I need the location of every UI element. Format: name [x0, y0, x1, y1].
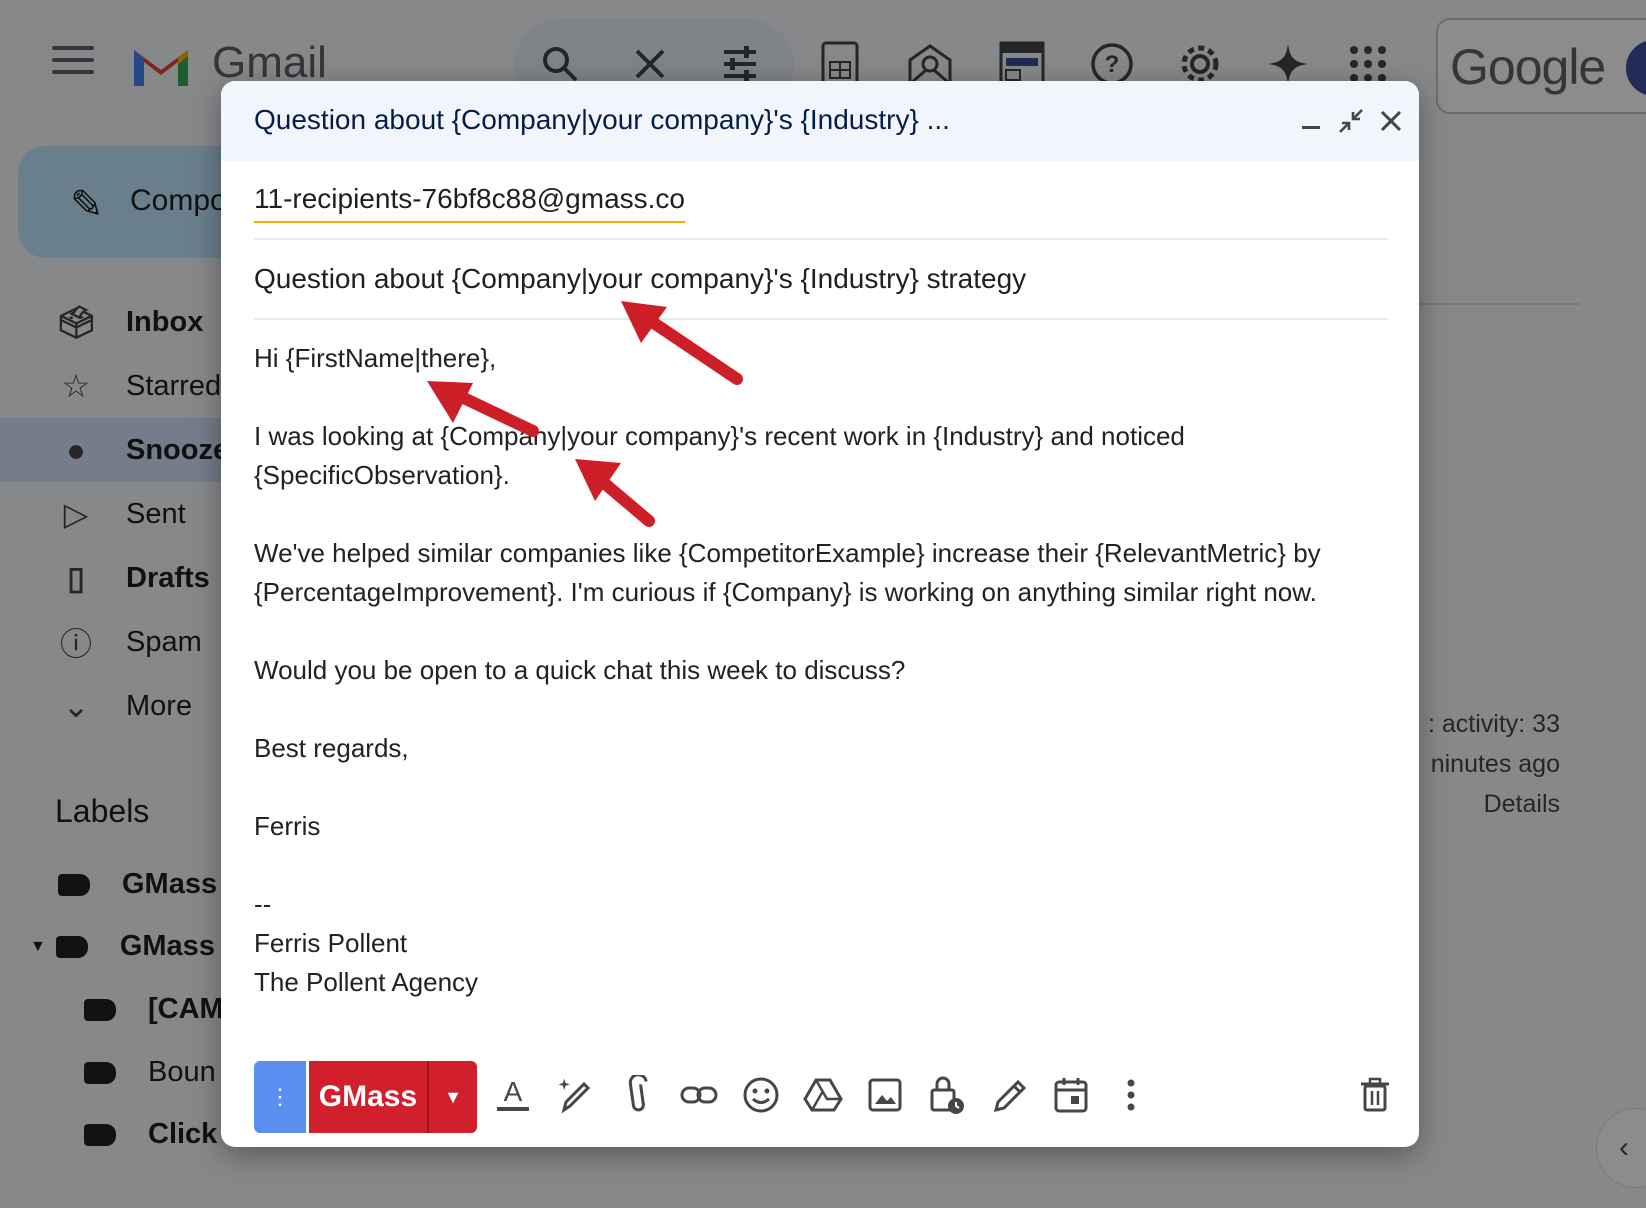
gmass-send-button[interactable]: GMass: [309, 1061, 427, 1133]
ai-write-icon[interactable]: [551, 1067, 599, 1123]
exit-fullscreen-icon[interactable]: [1333, 103, 1369, 139]
compose-title: Question about {Company|your company}'s …: [254, 104, 950, 135]
closing-line: Best regards,: [254, 733, 409, 763]
divider: [254, 238, 1388, 240]
annotation-arrow: [621, 301, 743, 385]
body-paragraph-line: Would you be open to a quick chat this w…: [254, 655, 906, 685]
annotation-arrow: [575, 459, 655, 527]
body-paragraph-line: {SpecificObservation}.: [254, 460, 510, 490]
attach-icon[interactable]: [613, 1067, 661, 1123]
schedule-calendar-icon[interactable]: [1047, 1067, 1095, 1123]
more-options-icon[interactable]: [1107, 1067, 1155, 1123]
emoji-icon[interactable]: [737, 1067, 785, 1123]
annotation-arrow: [427, 381, 539, 437]
insert-photo-icon[interactable]: [861, 1067, 909, 1123]
gmass-settings-button[interactable]: ⋮: [254, 1061, 306, 1133]
discard-trash-icon[interactable]: [1351, 1067, 1399, 1123]
signature-company: The Pollent Agency: [254, 967, 479, 997]
compose-header: Question about {Company|your company}'s …: [221, 81, 1419, 161]
divider: [254, 318, 1388, 320]
compose-dialog: Question about {Company|your company}'s …: [221, 81, 1419, 1147]
text-format-icon[interactable]: A: [489, 1067, 537, 1123]
close-icon[interactable]: [1373, 103, 1409, 139]
sender-name: Ferris: [254, 811, 321, 841]
signature-separator: --: [254, 889, 272, 919]
google-drive-icon[interactable]: [799, 1067, 847, 1123]
svg-text:A: A: [504, 1076, 523, 1107]
compose-toolbar: ⋮ GMass ▼ A: [221, 1047, 1419, 1133]
minimize-icon[interactable]: [1293, 103, 1329, 139]
confidential-lock-icon[interactable]: [923, 1067, 971, 1123]
gmass-dropdown-icon[interactable]: ▼: [427, 1061, 477, 1133]
signature-name: Ferris Pollent: [254, 928, 408, 958]
insert-link-icon[interactable]: [675, 1067, 723, 1123]
body-paragraph-line: {PercentageImprovement}. I'm curious if …: [254, 577, 1317, 607]
signature-pen-icon[interactable]: [985, 1067, 1033, 1123]
body-paragraph-line: We've helped similar companies like {Com…: [254, 538, 1321, 568]
recipient-field[interactable]: 11-recipients-76bf8c88@gmass.co: [254, 183, 686, 223]
